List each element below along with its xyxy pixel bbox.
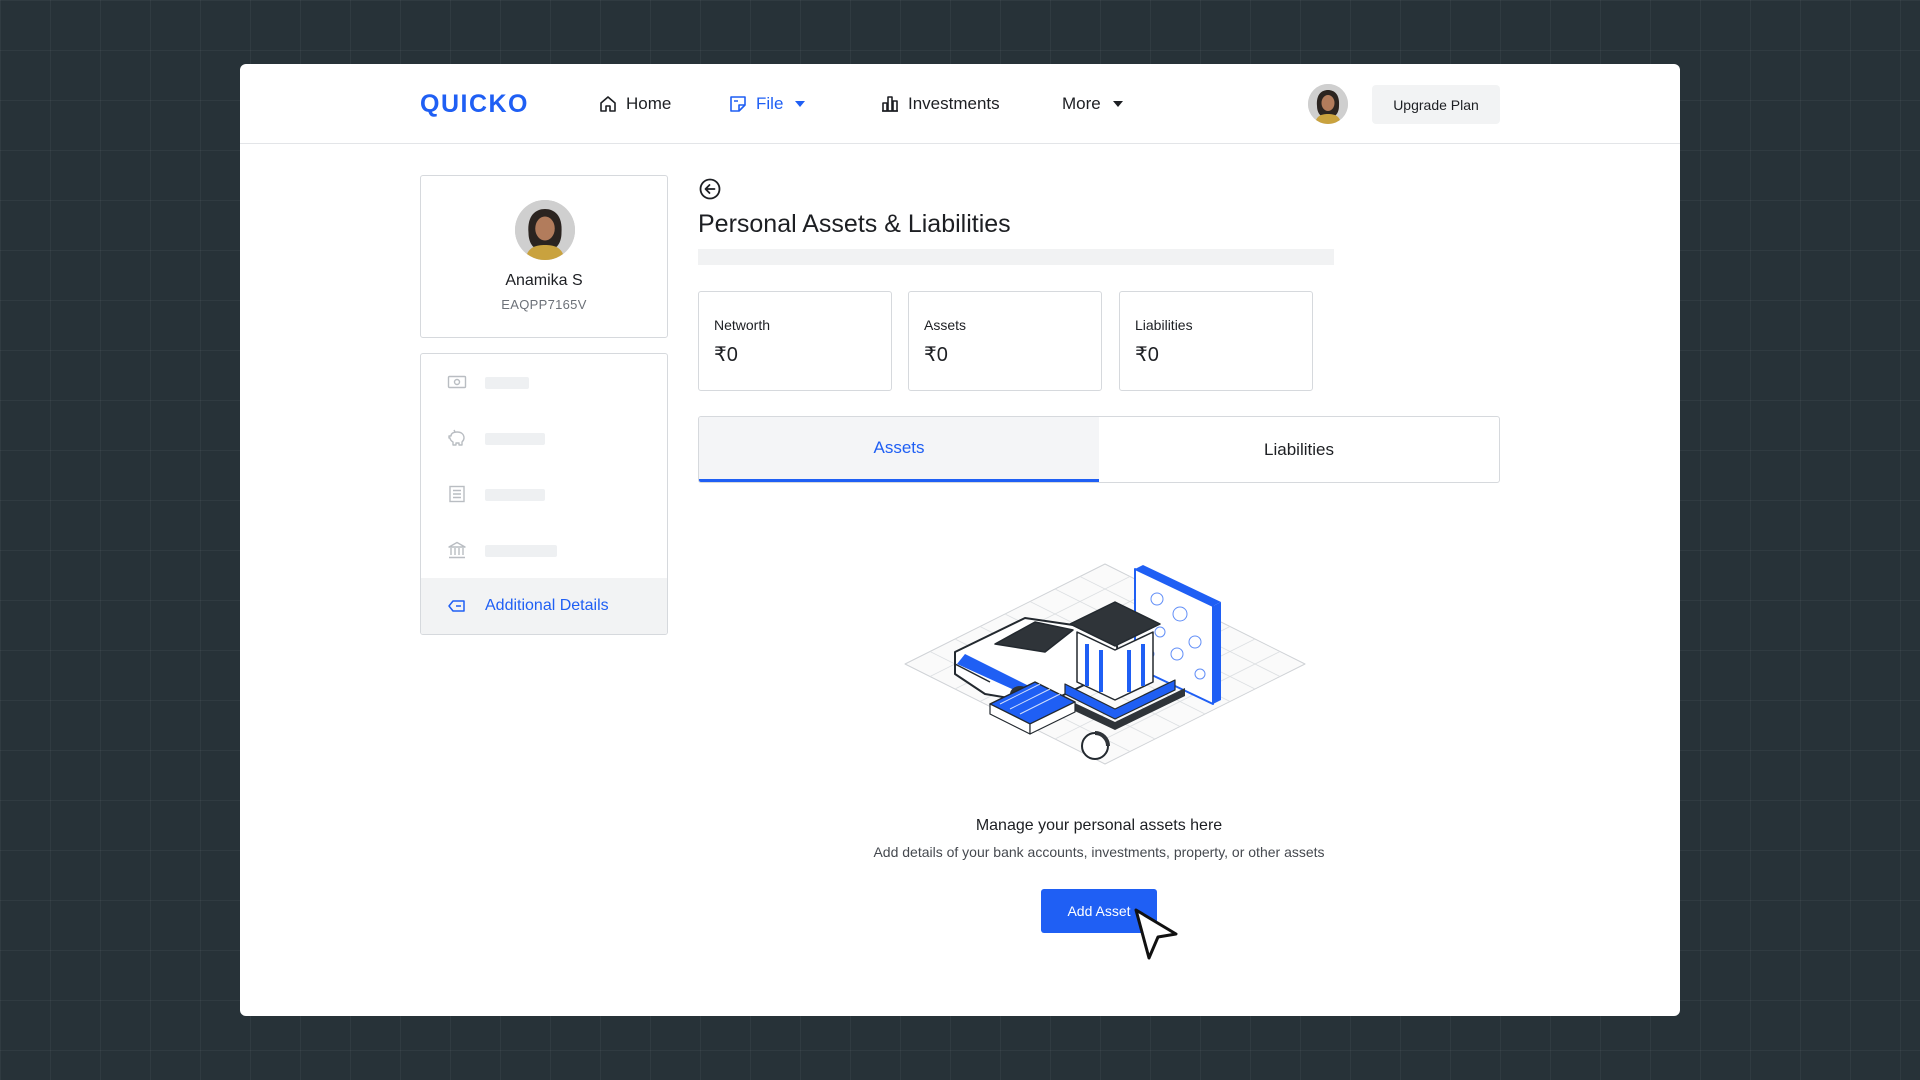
profile-pan: EAQPP7165V [501, 297, 587, 312]
file-icon [730, 96, 746, 112]
sidebar-item-loading[interactable] [421, 354, 667, 410]
nav-more[interactable]: More [1062, 89, 1123, 119]
bank-icon [448, 541, 466, 559]
sidebar-item-loading[interactable] [421, 466, 667, 522]
sidebar-item-additional-details[interactable]: Additional Details [421, 578, 667, 634]
nav-investments[interactable]: Investments [880, 89, 1000, 119]
upgrade-plan-button[interactable]: Upgrade Plan [1372, 85, 1500, 124]
nav-file[interactable]: File [728, 89, 806, 119]
home-icon [600, 96, 616, 112]
profile-avatar [515, 200, 575, 260]
page-title: Personal Assets & Liabilities [698, 210, 1011, 238]
profile-card: Anamika S EAQPP7165V [420, 175, 668, 338]
loading-skeleton [485, 377, 529, 389]
asset-liability-tabs: Assets Liabilities [698, 416, 1500, 483]
stat-card-networth: Networth ₹0 [698, 291, 892, 391]
cash-icon [447, 375, 467, 389]
profile-name: Anamika S [505, 272, 583, 289]
stat-card-assets: Assets ₹0 [908, 291, 1102, 391]
stat-label: Networth [714, 317, 771, 333]
sidebar-menu: Additional Details [420, 353, 668, 635]
stat-card-liabilities: Liabilities ₹0 [1119, 291, 1313, 391]
sidebar-item-label: Additional Details [485, 597, 609, 614]
loading-skeleton [485, 545, 557, 557]
stat-value: ₹0 [714, 344, 738, 366]
nav-home-label: Home [626, 94, 672, 113]
sidebar-item-loading[interactable] [421, 410, 667, 466]
piggy-bank-icon [448, 429, 465, 446]
sidebar-item-loading[interactable] [421, 522, 667, 578]
tab-liabilities[interactable]: Liabilities [1099, 417, 1499, 482]
assets-illustration [904, 563, 1306, 765]
investments-icon [882, 96, 898, 112]
nav-investments-label: Investments [908, 94, 1000, 113]
stat-label: Assets [924, 317, 967, 333]
empty-state-title: Manage your personal assets here [975, 817, 1223, 834]
document-list-icon [449, 485, 465, 503]
loading-skeleton [698, 249, 1334, 265]
back-arrow-icon[interactable] [698, 177, 722, 201]
loading-skeleton [485, 489, 545, 501]
stat-value: ₹0 [1135, 344, 1159, 366]
loading-skeleton [485, 433, 545, 445]
tab-assets[interactable]: Assets [699, 417, 1099, 482]
add-asset-button[interactable]: Add Asset [1041, 889, 1157, 933]
nav-file-label: File [756, 94, 784, 113]
logo-text: QUICKO [420, 89, 529, 118]
stat-value: ₹0 [924, 344, 948, 366]
nav-more-label: More [1062, 94, 1101, 113]
app-window: QUICKO Home File Investments More Upgrad… [240, 64, 1680, 1016]
stat-label: Liabilities [1135, 317, 1193, 333]
tag-icon [448, 600, 465, 612]
quicko-logo[interactable]: QUICKO [420, 88, 529, 120]
chevron-down-icon [795, 101, 806, 107]
chevron-down-icon [1112, 101, 1123, 107]
user-avatar[interactable] [1308, 84, 1348, 124]
empty-state-subtitle: Add details of your bank accounts, inves… [873, 844, 1325, 860]
top-navbar: QUICKO Home File Investments More Upgrad… [240, 64, 1680, 144]
nav-home[interactable]: Home [598, 89, 671, 119]
